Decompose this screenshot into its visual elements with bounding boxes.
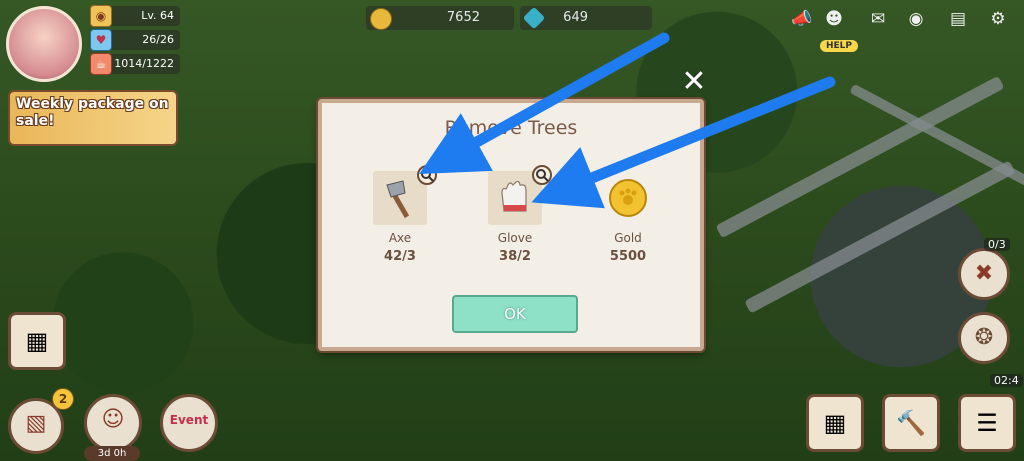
- delivery-box-button[interactable]: ▦: [806, 394, 864, 452]
- event-button[interactable]: Event: [160, 394, 218, 452]
- axe-name: Axe: [388, 231, 412, 245]
- glove-icon: [488, 165, 552, 225]
- gems-counter[interactable]: 649: [520, 6, 652, 30]
- build-hammer-button[interactable]: 🔨: [882, 394, 940, 452]
- settings-icon[interactable]: ⚙: [986, 8, 1010, 30]
- weekly-package-banner[interactable]: Weekly package on sale!: [8, 90, 178, 146]
- hearts-text: 26/26: [142, 33, 174, 46]
- axe-item[interactable]: Axe 42/3: [355, 165, 445, 264]
- side-timer: 02:4: [990, 374, 1023, 387]
- book-badge: 2: [52, 388, 74, 410]
- gold-count: 5500: [609, 249, 647, 264]
- mail-icon[interactable]: ✉: [866, 8, 890, 30]
- gold-coin-icon: [601, 171, 655, 225]
- glove-name: Glove: [497, 231, 533, 245]
- event-timer: 3d 0h: [84, 446, 140, 461]
- weekly-package-text: Weekly package on sale!: [16, 96, 169, 129]
- magnifier-icon[interactable]: [417, 165, 437, 185]
- house-heart-icon: ♥: [90, 29, 112, 51]
- megaphone-icon[interactable]: 📣: [790, 8, 814, 30]
- help-bubble[interactable]: HELP: [820, 40, 859, 52]
- gold-item: Gold 5500: [583, 171, 673, 264]
- player-avatar[interactable]: [6, 6, 82, 82]
- food-text: 1014/1222: [114, 57, 174, 70]
- chat-icon[interactable]: ▤: [946, 8, 970, 30]
- camera-icon[interactable]: ◉: [904, 8, 928, 30]
- food-icon: ☕: [90, 53, 112, 75]
- event-character-button[interactable]: ☺: [84, 394, 142, 452]
- cat-icon[interactable]: ☻: [822, 8, 846, 30]
- level-pill: ◉ Lv. 64: [90, 5, 180, 27]
- remove-tool-button[interactable]: ✖: [958, 248, 1010, 300]
- remove-count: 0/3: [984, 238, 1010, 251]
- grid-menu-button[interactable]: ▦: [8, 312, 66, 370]
- gold-name: Gold: [614, 231, 642, 245]
- ok-button[interactable]: OK: [452, 295, 578, 333]
- event-label: Event: [169, 413, 209, 427]
- coins-counter[interactable]: 7652: [366, 6, 514, 30]
- dialog-title: Remove Trees: [444, 117, 578, 139]
- level-text: Lv. 64: [141, 9, 174, 22]
- glove-count: 38/2: [499, 249, 531, 264]
- food-pill: ☕ 1014/1222: [90, 53, 180, 75]
- coin-icon: [370, 8, 392, 30]
- glove-item[interactable]: Glove 38/2: [470, 165, 560, 264]
- compass-button[interactable]: ❂: [958, 312, 1010, 364]
- close-icon[interactable]: ✕: [680, 67, 708, 97]
- gems-value: 649: [563, 10, 588, 25]
- hearts-pill: ♥ 26/26: [90, 29, 180, 51]
- gem-icon: [522, 6, 546, 30]
- coins-value: 7652: [446, 10, 480, 25]
- remove-trees-dialog: Remove Trees Axe 42/3 Glove 38/2 Gold 55…: [318, 99, 704, 351]
- quest-list-button[interactable]: ☰: [958, 394, 1016, 452]
- cat-level-icon: ◉: [90, 5, 112, 27]
- axe-icon: [373, 165, 437, 225]
- magnifier-icon[interactable]: [532, 165, 552, 185]
- axe-count: 42/3: [384, 249, 416, 264]
